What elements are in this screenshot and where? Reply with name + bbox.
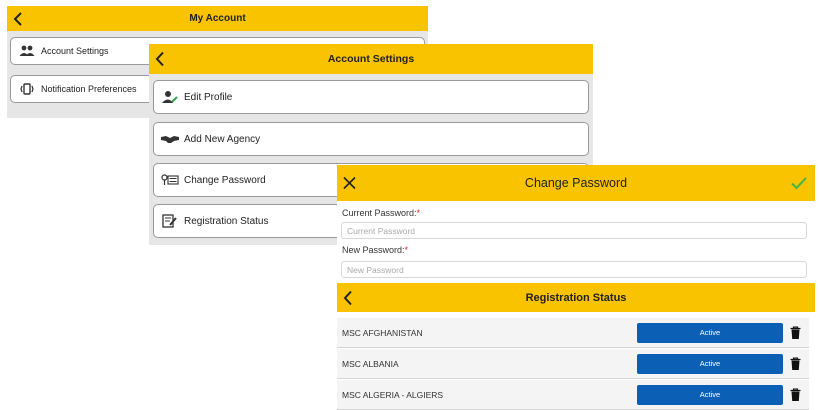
new-password-input[interactable]: New Password xyxy=(341,261,807,278)
vibrate-phone-icon xyxy=(17,83,37,95)
agency-name: MSC AFGHANISTAN xyxy=(342,327,423,338)
current-password-label: Current Password:* xyxy=(342,208,421,218)
required-mark: * xyxy=(416,208,421,218)
status-button[interactable]: Active xyxy=(637,384,783,405)
my-account-header: My Account xyxy=(7,6,428,31)
required-mark: * xyxy=(404,245,409,255)
registration-status-header: Registration Status xyxy=(337,283,815,312)
users-icon xyxy=(17,45,37,57)
account-settings-header: Account Settings xyxy=(149,44,593,74)
new-password-placeholder: New Password xyxy=(347,264,404,275)
back-chevron-icon[interactable] xyxy=(343,290,353,305)
registration-row: MSC AFGHANISTAN Active xyxy=(337,318,809,348)
menu-item-edit-profile[interactable]: Edit Profile xyxy=(153,80,589,114)
user-edit-icon xyxy=(160,90,180,104)
new-password-label: New Password:* xyxy=(342,245,409,255)
handshake-icon xyxy=(160,134,180,144)
page-title: Account Settings xyxy=(327,53,415,65)
trash-icon[interactable] xyxy=(790,326,801,339)
trash-icon[interactable] xyxy=(790,357,801,370)
menu-item-add-new-agency[interactable]: Add New Agency xyxy=(153,122,589,156)
back-chevron-icon[interactable] xyxy=(13,11,23,26)
agency-name: MSC ALBANIA xyxy=(342,358,399,369)
page-title: My Account xyxy=(189,13,246,24)
menu-item-label: Registration Status xyxy=(184,215,269,227)
close-icon[interactable] xyxy=(343,176,356,190)
menu-item-label: Notification Preferences xyxy=(41,84,137,94)
status-button[interactable]: Active xyxy=(637,322,783,343)
menu-item-label: Change Password xyxy=(184,174,266,186)
page-title: Change Password xyxy=(524,176,628,190)
page-title: Registration Status xyxy=(525,291,627,304)
checkmark-icon[interactable] xyxy=(791,177,807,190)
status-button[interactable]: Active xyxy=(637,353,783,374)
current-password-input[interactable]: Current Password xyxy=(341,222,807,239)
registration-row: MSC ALGERIA - ALGIERS Active xyxy=(337,380,809,410)
registration-row: MSC ALBANIA Active xyxy=(337,349,809,379)
document-edit-icon xyxy=(160,214,180,228)
current-password-placeholder: Current Password xyxy=(347,225,416,236)
registration-status-screen: Registration Status MSC AFGHANISTAN Acti… xyxy=(337,283,815,410)
trash-icon[interactable] xyxy=(790,388,801,401)
menu-item-label: Account Settings xyxy=(41,46,109,56)
key-icon xyxy=(160,174,180,186)
menu-item-label: Edit Profile xyxy=(184,91,233,103)
agency-name: MSC ALGERIA - ALGIERS xyxy=(342,389,444,400)
change-password-screen: Change Password Current Password:* Curre… xyxy=(337,165,815,283)
change-password-header: Change Password xyxy=(337,165,815,201)
menu-item-label: Add New Agency xyxy=(184,133,261,145)
back-chevron-icon[interactable] xyxy=(155,51,165,67)
